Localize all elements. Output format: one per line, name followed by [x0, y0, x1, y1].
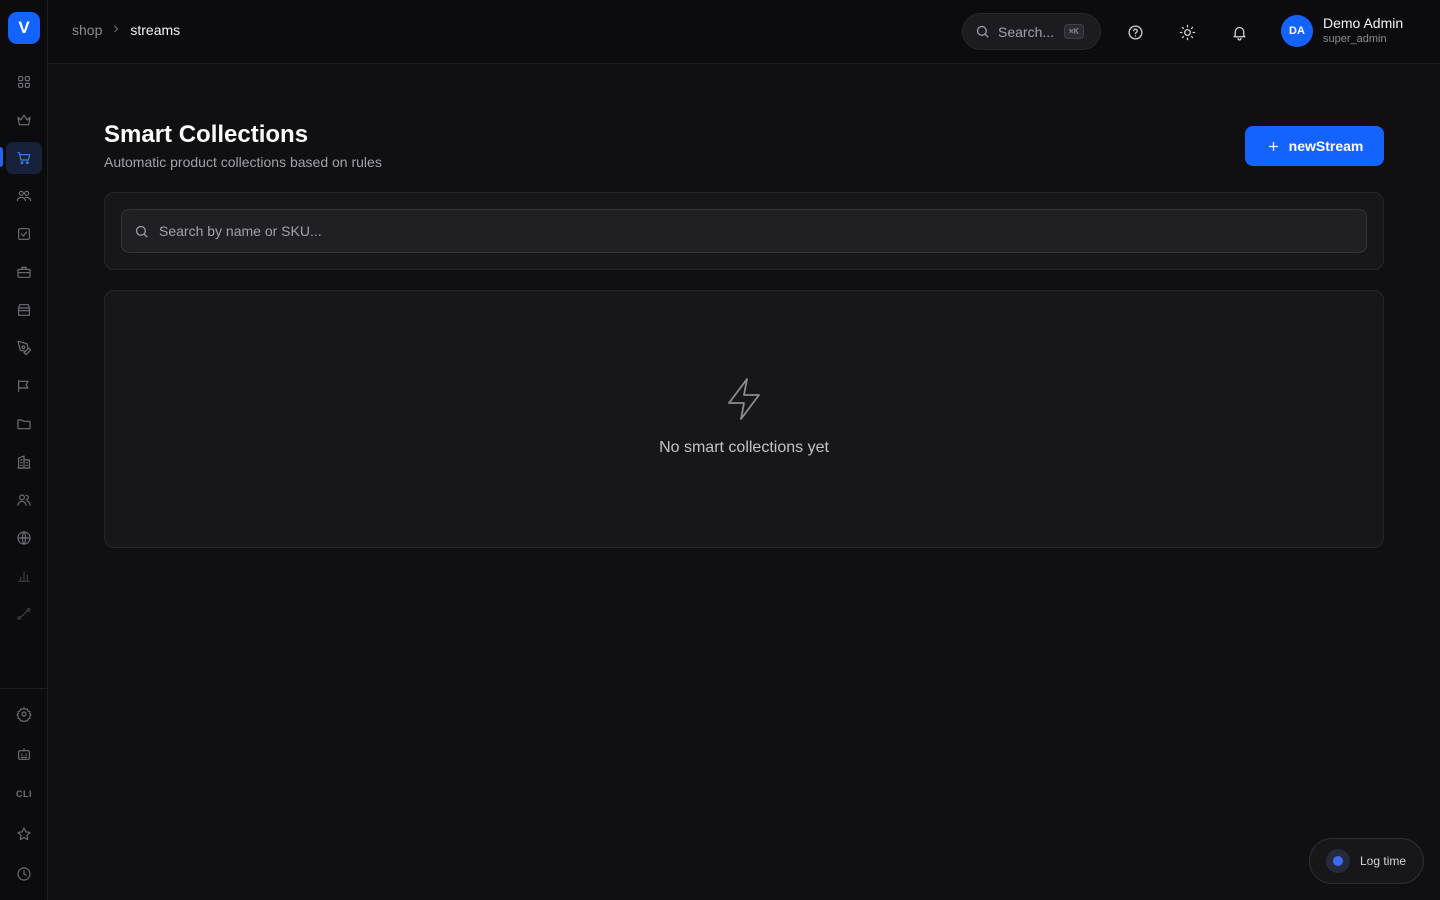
- checkbox-icon: [18, 228, 30, 240]
- log-time-label: Log time: [1360, 854, 1407, 868]
- sidebar-item-users[interactable]: [6, 180, 42, 212]
- timer-indicator-icon: [1326, 849, 1350, 873]
- sidebar-item-route[interactable]: [6, 598, 42, 630]
- store-icon: [18, 304, 30, 316]
- dashboard-grid-icon: [18, 76, 30, 88]
- sun-icon: [1179, 24, 1195, 40]
- lightning-bolt-icon: [723, 375, 765, 423]
- users-group-icon: [16, 190, 32, 202]
- empty-state-card: No smart collections yet: [104, 290, 1384, 548]
- sidebar-item-team[interactable]: [6, 484, 42, 516]
- collection-search[interactable]: [121, 209, 1367, 253]
- folder-icon: [17, 419, 31, 430]
- bell-icon: [1233, 26, 1245, 41]
- sidebar-item-dashboard[interactable]: [6, 66, 42, 98]
- sidebar-item-store[interactable]: [6, 294, 42, 326]
- log-time-button[interactable]: Log time: [1309, 838, 1424, 884]
- chevron-right-icon: [110, 22, 122, 38]
- help-circle-icon: [1127, 24, 1143, 40]
- help-button[interactable]: [1123, 20, 1147, 44]
- sidebar-item-history[interactable]: [6, 858, 42, 890]
- sidebar-item-cli[interactable]: CLI: [6, 778, 42, 810]
- app-logo[interactable]: V: [8, 12, 40, 44]
- sidebar-item-analytics[interactable]: [6, 560, 42, 592]
- briefcase-icon: [17, 266, 31, 278]
- search-icon: [976, 25, 989, 38]
- user-role: super_admin: [1323, 33, 1387, 45]
- bot-icon: [18, 748, 30, 760]
- crown-icon: [17, 114, 31, 126]
- breadcrumb-current: streams: [130, 22, 181, 38]
- sidebar-divider: [0, 688, 48, 689]
- global-search-placeholder: Search...: [998, 23, 1055, 40]
- breadcrumb: shop streams: [72, 22, 180, 38]
- sidebar-item-favorites[interactable]: [6, 818, 42, 850]
- collection-search-input[interactable]: [159, 223, 1354, 239]
- active-nav-indicator: [0, 147, 3, 167]
- filter-card: [104, 192, 1384, 270]
- shopping-cart-icon: [17, 152, 31, 165]
- clock-icon: [17, 867, 31, 881]
- globe-icon: [17, 531, 31, 545]
- plus-icon: [1268, 141, 1278, 151]
- page-title: Smart Collections: [104, 121, 309, 148]
- new-stream-button[interactable]: newStream: [1245, 126, 1384, 166]
- sidebar-item-globe[interactable]: [6, 522, 42, 554]
- empty-state-message: No smart collections yet: [659, 439, 829, 456]
- sidebar-item-bot[interactable]: [6, 738, 42, 770]
- megaphone-icon: [18, 380, 29, 392]
- user-name: Demo Admin: [1323, 15, 1404, 31]
- sidebar-item-tasks[interactable]: [6, 218, 42, 250]
- sidebar-item-company[interactable]: [6, 446, 42, 478]
- cli-icon: CLI: [16, 789, 32, 799]
- theme-toggle-button[interactable]: [1175, 20, 1199, 44]
- sidebar-item-design[interactable]: [6, 332, 42, 364]
- top-bar: shop streams Search... ⌘K DA Demo Admin …: [48, 0, 1440, 64]
- sidebar-item-shop[interactable]: [6, 142, 42, 174]
- avatar: DA: [1281, 14, 1313, 47]
- team-icon: [17, 494, 31, 506]
- sidebar-item-files[interactable]: [6, 408, 42, 440]
- route-icon: [17, 608, 31, 620]
- user-info: Demo Admin super_admin: [1323, 14, 1403, 47]
- sidebar-item-briefcase[interactable]: [6, 256, 42, 288]
- sidebar: V CLI: [0, 0, 48, 900]
- user-menu[interactable]: DA Demo Admin super_admin: [1281, 14, 1403, 47]
- breadcrumb-parent[interactable]: shop: [72, 22, 102, 38]
- sidebar-item-crown[interactable]: [6, 104, 42, 136]
- building-icon: [17, 455, 31, 469]
- star-icon: [17, 827, 31, 841]
- notifications-button[interactable]: [1227, 20, 1251, 44]
- search-shortcut-badge: ⌘K: [1064, 24, 1084, 39]
- new-stream-button-label: newStream: [1288, 138, 1364, 154]
- sidebar-item-marketing[interactable]: [6, 370, 42, 402]
- search-icon: [135, 225, 148, 238]
- sidebar-item-settings[interactable]: [6, 698, 42, 730]
- settings-gear-icon: [16, 707, 32, 722]
- page-subtitle: Automatic product collections based on r…: [104, 154, 382, 170]
- pen-tool-icon: [17, 340, 32, 356]
- bar-chart-icon: [18, 571, 30, 582]
- global-search[interactable]: Search... ⌘K: [962, 13, 1101, 50]
